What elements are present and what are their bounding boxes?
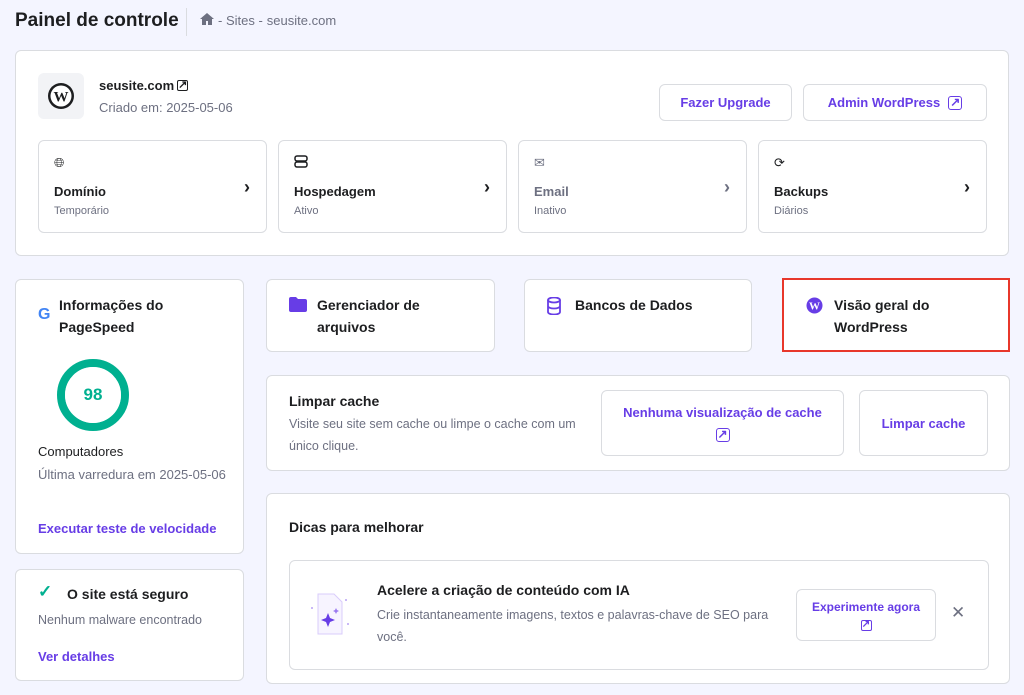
try-now-button[interactable]: Experimente agora ↗ bbox=[796, 589, 936, 641]
breadcrumb-sites[interactable]: - Sites - bbox=[218, 13, 263, 28]
tips-title: Dicas para melhorar bbox=[289, 519, 424, 535]
tile-backups[interactable]: ⟳ Backups Diários › bbox=[758, 140, 987, 233]
tip-desc: Crie instantaneamente imagens, textos e … bbox=[377, 604, 777, 648]
chevron-right-icon: › bbox=[724, 177, 730, 198]
cache-title: Limpar cache bbox=[289, 393, 379, 409]
site-overview-card: W seusite.com↗ Criado em: 2025-05-06 Faz… bbox=[15, 50, 1009, 256]
site-created: Criado em: 2025-05-06 bbox=[99, 100, 233, 115]
tile-label: Backups bbox=[774, 184, 828, 199]
no-cache-preview-button[interactable]: Nenhuma visualização de cache ↗ bbox=[601, 390, 844, 456]
tile-sub: Ativo bbox=[294, 205, 318, 217]
tip-title: Acelere a criação de conteúdo com IA bbox=[377, 582, 630, 598]
site-name-link[interactable]: seusite.com↗ bbox=[99, 78, 188, 93]
quick-label: Visão geral do WordPress bbox=[834, 294, 994, 338]
external-link-icon: ↗ bbox=[716, 428, 730, 442]
server-icon bbox=[294, 155, 308, 171]
security-text: Nenhum malware encontrado bbox=[38, 613, 202, 627]
clear-cache-button[interactable]: Limpar cache bbox=[859, 390, 988, 456]
pagespeed-card: G Informações do PageSpeed 98 Computador… bbox=[15, 279, 244, 554]
tile-label: Hospedagem bbox=[294, 184, 376, 199]
chevron-right-icon: › bbox=[484, 177, 490, 198]
site-name[interactable]: seusite.com bbox=[99, 78, 174, 93]
wordpress-icon: W bbox=[47, 82, 75, 110]
chevron-right-icon: › bbox=[964, 177, 970, 198]
score-value: 98 bbox=[56, 385, 130, 405]
security-card: ✓ O site está seguro Nenhum malware enco… bbox=[15, 569, 244, 681]
globe-icon: 🌐︎ bbox=[54, 155, 64, 171]
svg-text:W: W bbox=[54, 90, 69, 106]
external-link-icon: ↗ bbox=[177, 80, 188, 91]
device-label: Computadores bbox=[38, 444, 123, 459]
check-icon: ✓ bbox=[38, 582, 52, 602]
clear-label: Limpar cache bbox=[882, 416, 966, 431]
pagespeed-title: Informações do PageSpeed bbox=[59, 294, 229, 338]
google-icon: G bbox=[38, 306, 50, 324]
databases-card[interactable]: Bancos de Dados bbox=[524, 279, 752, 352]
admin-wordpress-button[interactable]: Admin WordPress ↗ bbox=[803, 84, 987, 121]
quick-label: Gerenciador de arquivos bbox=[317, 294, 477, 338]
close-icon[interactable]: ✕ bbox=[951, 603, 965, 623]
home-icon[interactable] bbox=[200, 13, 214, 28]
external-link-icon: ↗ bbox=[861, 620, 872, 631]
breadcrumb: - Sites - seusite.com bbox=[200, 13, 336, 28]
breadcrumb-site[interactable]: seusite.com bbox=[267, 13, 336, 28]
tile-sub: Temporário bbox=[54, 205, 109, 217]
mail-icon: ✉ bbox=[534, 155, 545, 171]
tile-domain[interactable]: 🌐︎ Domínio Temporário › bbox=[38, 140, 267, 233]
database-icon bbox=[547, 297, 561, 320]
last-scan: Última varredura em 2025-05-06 bbox=[38, 464, 228, 486]
file-manager-card[interactable]: Gerenciador de arquivos bbox=[266, 279, 495, 352]
cta-label: Experimente agora bbox=[812, 600, 920, 614]
tile-label: Domínio bbox=[54, 184, 106, 199]
admin-label: Admin WordPress bbox=[828, 95, 940, 110]
divider bbox=[186, 8, 187, 36]
cache-desc: Visite seu site sem cache ou limpe o cac… bbox=[289, 413, 601, 457]
folder-icon bbox=[289, 297, 307, 317]
security-title: O site está seguro bbox=[67, 586, 188, 602]
upgrade-button[interactable]: Fazer Upgrade bbox=[659, 84, 792, 121]
page-title: Painel de controle bbox=[15, 10, 179, 32]
chevron-right-icon: › bbox=[244, 177, 250, 198]
view-details-link[interactable]: Ver detalhes bbox=[38, 649, 115, 664]
tip-item: Acelere a criação de conteúdo com IA Cri… bbox=[289, 560, 989, 670]
wordpress-logo: W bbox=[38, 73, 84, 119]
ai-document-icon bbox=[308, 588, 352, 640]
tile-label: Email bbox=[534, 184, 569, 199]
preview-label: Nenhuma visualização de cache bbox=[623, 405, 822, 420]
refresh-icon: ⟳ bbox=[774, 155, 785, 171]
wordpress-overview-card[interactable]: W Visão geral do WordPress bbox=[782, 278, 1010, 352]
wordpress-icon: W bbox=[806, 297, 823, 319]
tile-sub: Inativo bbox=[534, 205, 566, 217]
quick-label: Bancos de Dados bbox=[575, 294, 735, 316]
clear-cache-card: Limpar cache Visite seu site sem cache o… bbox=[266, 375, 1010, 471]
tile-sub: Diários bbox=[774, 205, 808, 217]
upgrade-label: Fazer Upgrade bbox=[680, 95, 770, 110]
svg-text:W: W bbox=[809, 301, 820, 313]
external-link-icon: ↗ bbox=[948, 96, 962, 110]
tile-email[interactable]: ✉ Email Inativo › bbox=[518, 140, 747, 233]
run-speed-test-link[interactable]: Executar teste de velocidade bbox=[38, 521, 216, 536]
tile-hosting[interactable]: Hospedagem Ativo › bbox=[278, 140, 507, 233]
tips-card: Dicas para melhorar Acelere a criação de… bbox=[266, 493, 1010, 684]
